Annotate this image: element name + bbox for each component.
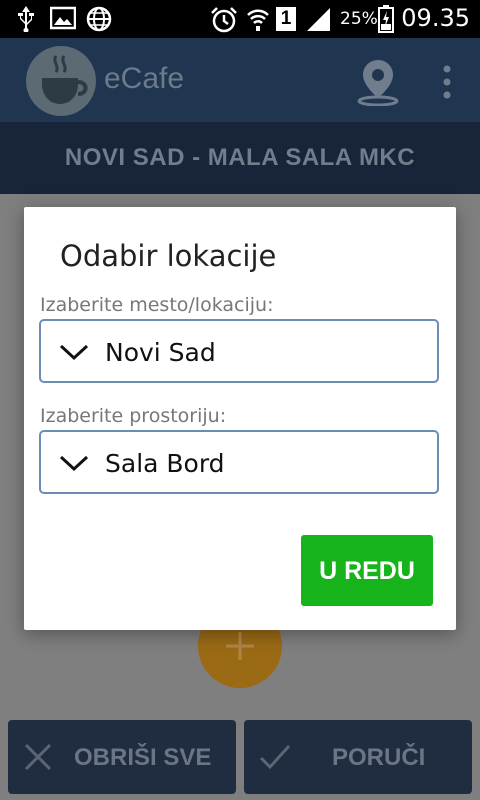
app-bar: eCafe (0, 38, 480, 122)
close-icon (24, 743, 52, 771)
status-bar: 1 25% 09.35 (0, 0, 480, 38)
check-icon (259, 744, 291, 770)
sim-number: 1 (280, 8, 292, 29)
wifi-icon (247, 9, 269, 31)
city-select-value: Novi Sad (105, 338, 216, 367)
location-dialog: Odabir lokacije Izaberite mesto/lokaciju… (24, 207, 456, 630)
sim-icon: 1 (276, 7, 296, 31)
dialog-title: Odabir lokacije (60, 239, 277, 273)
location-header: NOVI SAD - MALA SALA MKC (0, 122, 480, 194)
status-time: 09.35 (401, 4, 470, 32)
app-title: eCafe (104, 62, 185, 95)
coffee-logo-icon (26, 46, 96, 116)
image-icon (50, 6, 76, 30)
location-pin-icon[interactable] (356, 58, 400, 106)
more-vert-icon[interactable] (436, 64, 458, 100)
city-select[interactable]: Novi Sad (39, 319, 439, 383)
battery-percent: 25% (340, 9, 378, 29)
city-label: Izaberite mesto/lokaciju: (40, 294, 274, 316)
chevron-down-icon (59, 455, 89, 472)
chevron-down-icon (59, 344, 89, 361)
globe-icon (86, 6, 112, 32)
order-button[interactable]: PORUČI (244, 720, 472, 794)
alarm-icon (211, 7, 237, 33)
room-select[interactable]: Sala Bord (39, 430, 439, 494)
clear-all-label: OBRIŠI SVE (74, 744, 212, 771)
room-select-value: Sala Bord (105, 449, 225, 478)
room-label: Izaberite prostoriju: (40, 405, 227, 427)
location-header-text: NOVI SAD - MALA SALA MKC (64, 144, 416, 171)
clear-all-button[interactable]: OBRIŠI SVE (8, 720, 236, 794)
usb-icon (18, 6, 34, 32)
order-label: PORUČI (332, 744, 426, 771)
battery-icon (378, 5, 394, 33)
signal-icon (307, 8, 330, 31)
ok-button[interactable]: U REDU (301, 535, 433, 606)
